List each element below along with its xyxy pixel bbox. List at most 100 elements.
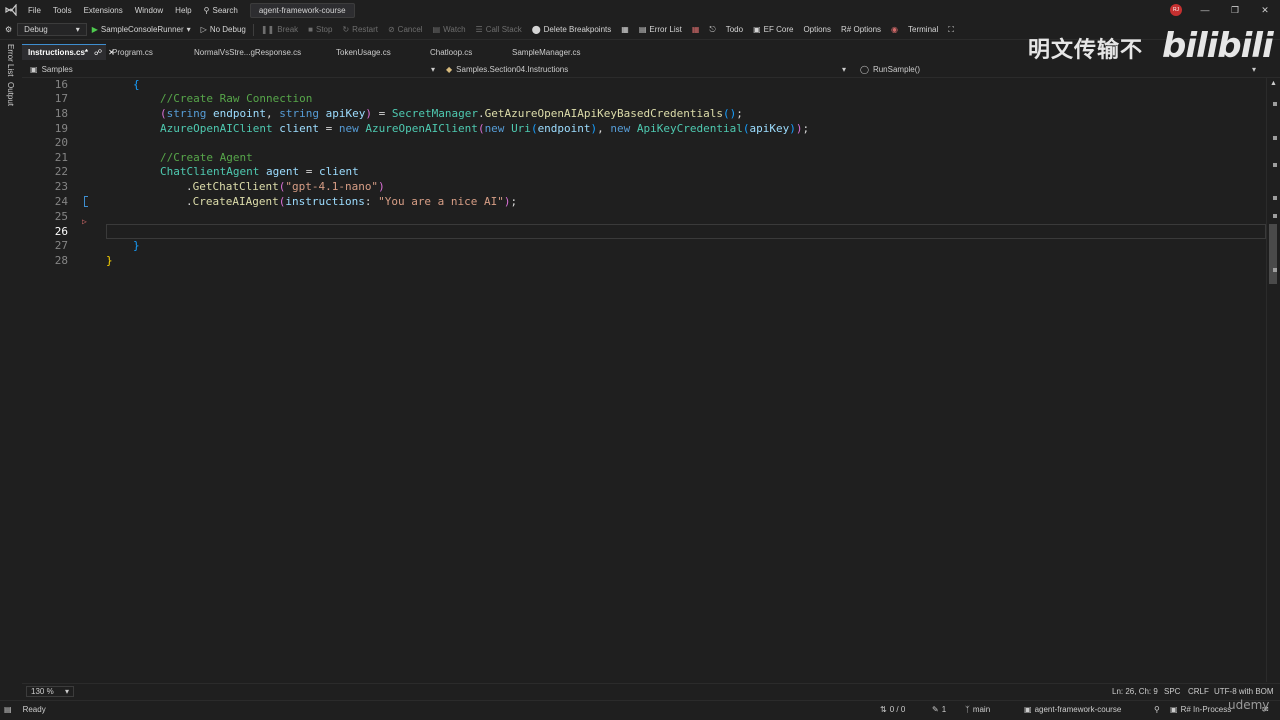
chevron-down-icon: ▾ <box>841 65 846 74</box>
toolbar-misc-icon[interactable]: ▦ <box>616 25 634 34</box>
zoom-dropdown[interactable]: 130 % ▾ <box>26 686 74 697</box>
project-dropdown[interactable]: ▣ Samples ▾ <box>30 63 435 76</box>
error-list-icon: ▤ <box>638 25 647 34</box>
whitespace-mode[interactable]: SPC <box>1164 687 1180 696</box>
line-endings[interactable]: CRLF <box>1188 687 1209 696</box>
scroll-up-icon[interactable]: ▲ <box>1270 80 1277 87</box>
window-controls: — ❐ ✕ <box>1190 0 1280 20</box>
code-line: 19 AzureOpenAIClient client = new AzureO… <box>22 121 1266 136</box>
side-tool-strip: Error List Output <box>0 40 22 700</box>
restart-button[interactable]: ↻ Restart <box>337 25 383 34</box>
error-list-button[interactable]: ▤ Error List <box>634 25 687 34</box>
breakpoint-arrow-icon[interactable]: ▷ <box>82 217 87 226</box>
status-ready: ▤ Ready <box>4 705 46 714</box>
resharper-options-button[interactable]: R# Options <box>836 25 886 34</box>
line-number: 16 <box>54 78 68 91</box>
editor-status-bar: 130 % ▾ Ln: 26, Ch: 9 SPC CRLF UTF-8 wit… <box>22 683 1280 698</box>
chevron-down-icon: ▾ <box>186 25 191 34</box>
close-icon[interactable]: ✕ <box>1250 5 1280 16</box>
menu-help[interactable]: Help <box>169 6 197 15</box>
run-button[interactable]: ▶ SampleConsoleRunner ▾ <box>87 25 196 34</box>
line-number: 22 <box>54 165 68 178</box>
scroll-marker <box>1273 214 1277 218</box>
avatar[interactable]: RJ <box>1170 4 1182 16</box>
csharp-project-icon: ▣ <box>30 65 38 74</box>
todo-button[interactable]: Todo <box>721 25 748 34</box>
tab-chatloop[interactable]: Chatloop.cs <box>424 44 506 60</box>
notifications-icon[interactable]: ⚲ <box>1154 705 1160 714</box>
code-line: 23 .GetChatClient("gpt-4.1-nano") <box>22 179 1266 194</box>
code-line: 25 <box>22 209 1266 224</box>
sync-status[interactable]: ⇅ 0 / 0 <box>880 705 905 714</box>
stop-button[interactable]: ■ Stop <box>303 25 337 34</box>
type-dropdown[interactable]: ◆ Samples.Section04.Instructions ▾ <box>446 63 846 76</box>
chevron-down-icon: ▾ <box>75 25 80 34</box>
play-icon: ▶ <box>91 25 98 34</box>
udemy-watermark: udemy <box>1228 698 1270 712</box>
code-line: 22 ChatClientAgent agent = client <box>22 164 1266 179</box>
visual-studio-logo-icon[interactable] <box>0 0 22 20</box>
bilibili-logo: bilibili <box>1162 26 1274 66</box>
tab-instructions[interactable]: Instructions.cs* ☍ ✕ <box>22 44 115 60</box>
menu-bar: File Tools Extensions Window Help ⚲ Sear… <box>0 0 1280 20</box>
cancel-button[interactable]: ⊘ Cancel <box>383 25 428 34</box>
database-icon: ▣ <box>753 25 761 34</box>
git-branch[interactable]: ᛉ main <box>965 705 990 714</box>
code-line: 21 //Create Agent <box>22 150 1266 165</box>
branch-icon: ᛉ <box>965 705 970 714</box>
method-icon: ◯ <box>860 65 869 74</box>
code-line: 16 { <box>22 77 1266 92</box>
pin-icon[interactable]: ☍ <box>94 48 102 57</box>
resharper-icon[interactable]: ◉ <box>886 25 903 34</box>
scroll-marker <box>1273 196 1277 200</box>
code-editor[interactable]: 16 { 17 //Create Raw Connection 18 (stri… <box>22 78 1266 682</box>
change-marker <box>84 196 88 207</box>
search-menu[interactable]: ⚲ Search <box>198 6 244 15</box>
menu-extensions[interactable]: Extensions <box>78 6 129 15</box>
restore-icon[interactable]: ❐ <box>1220 5 1250 16</box>
repository-icon: ▣ <box>1024 705 1032 714</box>
config-dropdown[interactable]: Debug ▾ <box>17 23 87 36</box>
options-button[interactable]: Options <box>798 25 836 34</box>
watch-button[interactable]: ▤ Watch <box>428 25 471 34</box>
menu-tools[interactable]: Tools <box>47 6 78 15</box>
tab-program[interactable]: Program.cs <box>106 44 188 60</box>
resharper-status[interactable]: ▣ R# In-Process <box>1170 705 1231 714</box>
toolbar-settings-icon[interactable]: ⚙ <box>0 25 17 34</box>
export-icon[interactable]: ⎋ <box>704 25 720 35</box>
line-number: 23 <box>54 180 68 193</box>
git-repository[interactable]: ▣ agent-framework-course <box>1024 705 1121 714</box>
bookmark-icon[interactable]: ▦ <box>687 25 705 34</box>
resharper-status-icon: ▣ <box>1170 705 1178 714</box>
tab-token-usage[interactable]: TokenUsage.cs <box>330 44 424 60</box>
tab-normal-vs-streaming[interactable]: NormalVsStre...gResponse.cs <box>188 44 330 60</box>
error-list-side-tab[interactable]: Error List <box>6 44 15 76</box>
delete-breakpoints-button[interactable]: ⬤ Delete Breakpoints <box>527 25 617 34</box>
terminal-button[interactable]: Terminal <box>903 25 943 34</box>
vertical-scrollbar[interactable]: ▲ <box>1266 78 1280 682</box>
menu-window[interactable]: Window <box>129 6 169 15</box>
menu-file[interactable]: File <box>22 6 47 15</box>
fullscreen-icon[interactable]: ⛶ <box>943 25 959 35</box>
break-button[interactable]: ❚❚ Break <box>256 25 303 34</box>
minimize-icon[interactable]: — <box>1190 5 1220 15</box>
breakpoint-icon: ⬤ <box>531 25 541 34</box>
pause-icon: ❚❚ <box>260 25 275 34</box>
tab-sample-manager[interactable]: SampleManager.cs <box>506 44 606 60</box>
scroll-marker <box>1273 163 1277 167</box>
scroll-marker <box>1273 268 1277 272</box>
line-number: 27 <box>54 239 68 252</box>
no-debug-button[interactable]: ▷ No Debug <box>196 25 251 34</box>
call-stack-button[interactable]: ☰ Call Stack <box>471 25 527 34</box>
pending-changes[interactable]: ✎ 1 <box>932 705 946 714</box>
divider <box>252 23 254 36</box>
output-side-tab[interactable]: Output <box>6 82 15 106</box>
solution-name-badge[interactable]: agent-framework-course <box>249 2 355 18</box>
sync-arrows-icon: ⇅ <box>880 705 887 714</box>
scroll-marker <box>1273 136 1277 140</box>
ef-core-button[interactable]: ▣ EF Core <box>748 25 798 34</box>
encoding[interactable]: UTF-8 with BOM <box>1214 687 1274 696</box>
code-line: 26 ▷ <box>22 217 1266 239</box>
cursor-position[interactable]: Ln: 26, Ch: 9 <box>1112 687 1158 696</box>
scrollbar-thumb[interactable] <box>1269 224 1277 284</box>
